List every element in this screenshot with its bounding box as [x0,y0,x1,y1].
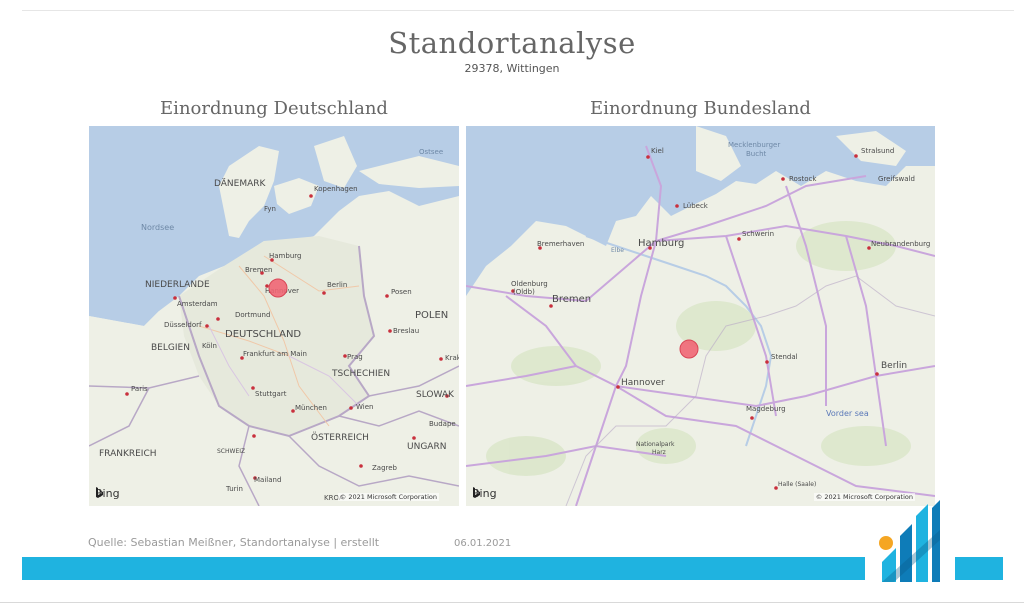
label-budapest: Budape [429,420,456,428]
label-munchen: München [295,404,327,412]
label-turin: Turin [225,485,243,493]
label-amsterdam: Amsterdam [177,300,218,308]
label-halle: Halle (Saale) [778,481,816,488]
label-koln: Köln [202,342,217,350]
label-oldenburg-1: Oldenburg [511,280,548,288]
label-dortmund: Dortmund [235,311,270,319]
label-stendal: Stendal [771,353,798,361]
map-title-deutschland: Einordnung Deutschland [160,98,388,119]
label-polen: POLEN [415,310,448,321]
bing-attribution-bundesland: Bing [472,487,497,500]
bing-attribution: Bing [95,487,120,500]
label-paris: Paris [131,385,148,393]
label-bremerhaven: Bremerhaven [537,240,584,248]
label-wien: Wien [356,403,373,411]
label-bremen: Bremen [245,266,272,274]
page-title: Standortanalyse [388,26,636,60]
label-lubeck: Lübeck [683,202,709,210]
label-kopenhagen: Kopenhagen [314,185,358,193]
label-berlin: Berlin [327,281,347,289]
label-schwerin: Schwerin [742,230,774,238]
bing-logo-icon [473,487,480,498]
label-berlin: Berlin [881,361,907,371]
label-hannover: Hannover [621,378,665,388]
map-deutschland-canvas: Ostsee DÄNEMARK Kopenhagen Fyn Nordsee H… [89,126,459,506]
label-belgien: BELGIEN [151,343,190,353]
label-elbe: Elbe [611,247,624,254]
map-copyright: © 2021 Microsoft Corporation [337,493,439,501]
label-greifswald: Greifswald [878,175,915,183]
label-niederlande: NIEDERLANDE [145,280,210,290]
label-krak: Krak [445,354,459,362]
label-ungarn: UNGARN [407,442,446,452]
label-bremen: Bremen [552,294,591,305]
footer-accent-bar-right [955,557,1003,580]
label-deutschland: DEUTSCHLAND [225,329,301,340]
footer-bar-gap [375,553,587,557]
label-rostock: Rostock [789,175,817,183]
bing-logo-icon [96,487,103,498]
label-nationalpark-2: Harz [652,449,666,456]
footer-source: Quelle: Sebastian Meißner, Standortanaly… [88,536,380,549]
label-nordsee: Nordsee [141,223,174,232]
label-stuttgart: Stuttgart [255,390,287,398]
label-dusseldorf: Düsseldorf [164,321,202,329]
label-vorder-see: Vorder sea [826,409,869,418]
label-magdeburg: Magdeburg [746,405,786,413]
label-osterreich: ÖSTERREICH [311,432,369,443]
label-bucht: Bucht [746,150,767,158]
map-bundesland[interactable]: Kiel Mecklenburger Bucht Stralsund Rosto… [466,126,935,506]
label-zagreb: Zagreb [372,464,398,472]
label-neubrandenburg: Neubrandenburg [871,240,930,248]
map-bundesland-canvas: Kiel Mecklenburger Bucht Stralsund Rosto… [466,126,935,506]
label-breslau: Breslau [393,327,419,335]
label-kiel: Kiel [651,147,664,155]
label-frankreich: FRANKREICH [99,449,157,459]
location-marker-bundesland[interactable] [679,339,699,359]
label-tschechien: TSCHECHIEN [331,369,390,379]
label-schweiz: SCHWEIZ [217,448,245,455]
footer-date: 06.01.2021 [454,538,512,549]
label-slowak: SLOWAK [416,390,455,400]
label-mecklenburger: Mecklenburger [728,141,780,149]
label-hamburg: Hamburg [638,238,684,249]
label-hamburg: Hamburg [269,252,301,260]
company-logo-icon [879,500,940,582]
label-ostsee: Ostsee [419,148,443,156]
label-nationalpark-1: Nationalpark [636,441,675,448]
footer-accent-bar [22,557,865,580]
page-subtitle: 29378, Wittingen [464,62,560,75]
label-mailand: Mailand [254,476,281,484]
map-deutschland[interactable]: Ostsee DÄNEMARK Kopenhagen Fyn Nordsee H… [89,126,459,506]
label-danemark: DÄNEMARK [214,178,267,189]
top-divider [22,10,1014,11]
location-marker[interactable] [268,278,288,298]
label-frankfurt: Frankfurt am Main [243,350,307,358]
label-oldenburg-2: (Oldb) [513,288,535,296]
bottom-divider [0,602,1024,603]
label-posen: Posen [391,288,412,296]
label-fyn: Fyn [264,205,276,213]
label-stralsund: Stralsund [861,147,894,155]
label-prag: Prag [347,353,363,361]
map-title-bundesland: Einordnung Bundesland [590,98,811,119]
